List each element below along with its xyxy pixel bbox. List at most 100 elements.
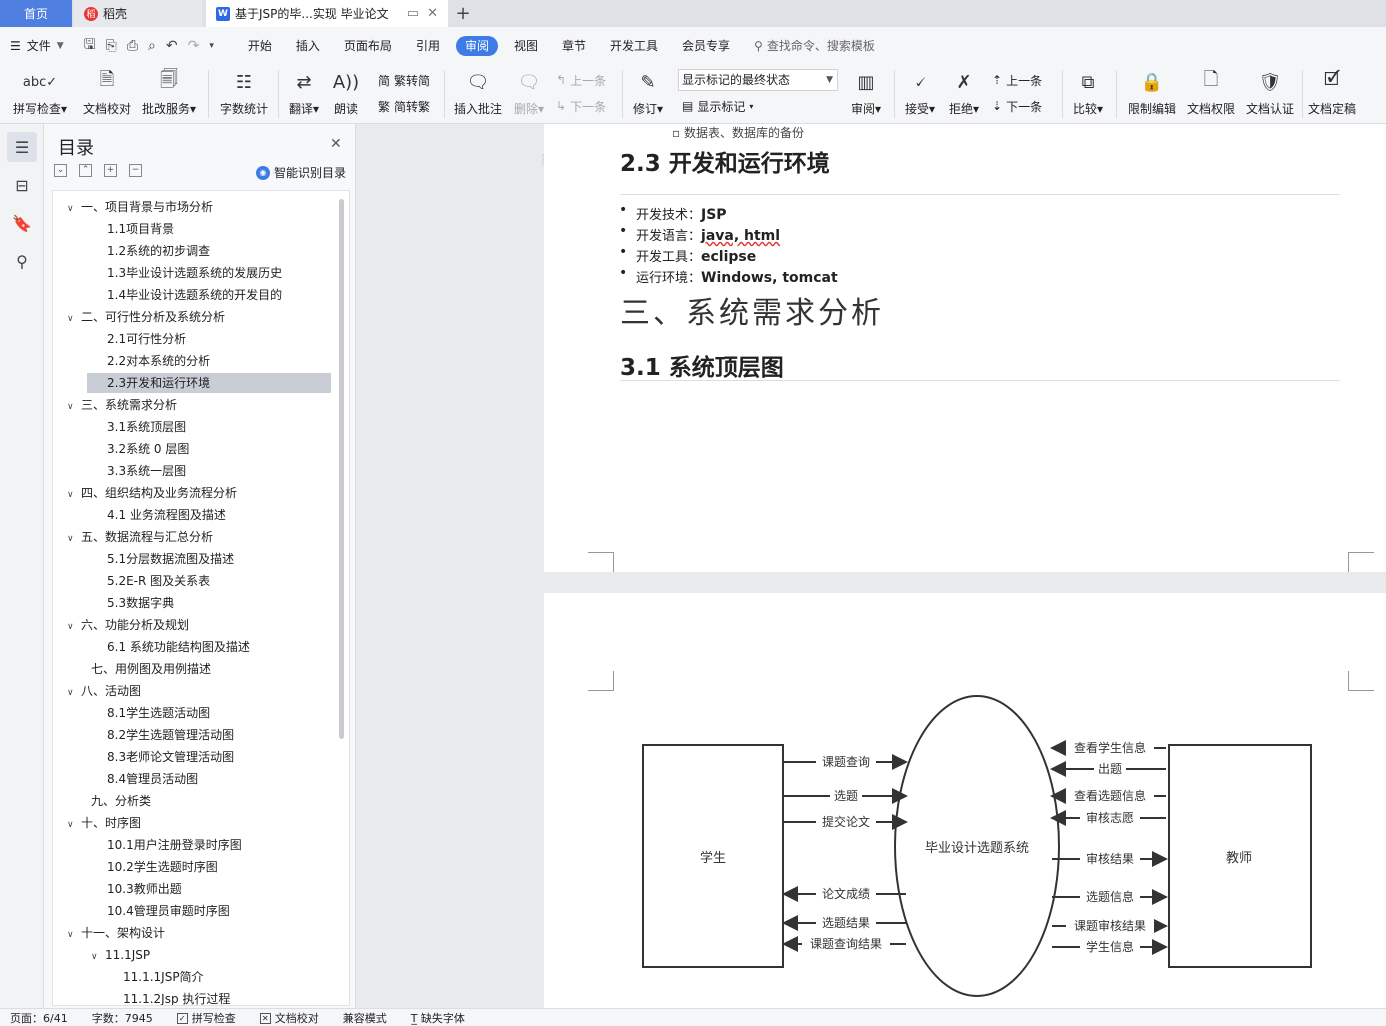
chapter-nav-icon[interactable]: ⊟ [7, 170, 37, 200]
smart-toc-button[interactable]: ◉ 智能识别目录 [256, 164, 346, 181]
chevron-down-icon[interactable]: ∨ [67, 683, 81, 703]
toc-panel-icon[interactable]: ☰ [7, 132, 37, 162]
tab-daoke[interactable]: 稻 稻壳 [74, 0, 202, 27]
export-pdf-icon[interactable]: ⎘ [106, 38, 117, 54]
toc-item[interactable]: 3.3系统一层图 [107, 461, 186, 481]
expand-up-icon[interactable]: ⌃ [79, 164, 92, 177]
quick-access-more-icon[interactable]: ▾ [209, 41, 214, 51]
tab-document[interactable]: W 基于JSP的毕...实现 毕业论文 ▭ ✕ [206, 0, 448, 27]
markup-state-select[interactable]: 显示标记的最终状态 ▼ [678, 69, 838, 91]
word-count-indicator[interactable]: 字数：7945 [92, 1010, 153, 1026]
next-change-button[interactable]: ⇣ 下一条 [992, 96, 1042, 116]
tab-pin-icon[interactable]: ▭ [407, 6, 419, 21]
toc-item[interactable]: ∨ 一、项目背景与市场分析 [67, 197, 213, 217]
menu-item-8[interactable]: 会员专享 [670, 36, 742, 56]
redo-icon[interactable]: ↷ [188, 38, 200, 54]
toc-item[interactable]: ∨ 十、时序图 [67, 813, 141, 833]
toc-item[interactable]: 8.3老师论文管理活动图 [107, 747, 234, 767]
toc-item[interactable]: 10.3教师出题 [107, 879, 182, 899]
print-preview-icon[interactable]: ⌕ [148, 38, 156, 54]
toc-item[interactable]: ∨ 八、活动图 [67, 681, 141, 701]
doc-final-button[interactable]: 🗹 文档定稿 [1304, 64, 1360, 124]
prev-change-button[interactable]: ⇡ 上一条 [992, 70, 1042, 90]
add-heading-icon[interactable]: + [104, 164, 117, 177]
toc-item[interactable]: 九、分析类 [91, 791, 151, 811]
new-tab-button[interactable]: + [448, 0, 478, 27]
toc-item[interactable]: 1.1项目背景 [107, 219, 174, 239]
menu-item-3[interactable]: 引用 [404, 36, 452, 56]
undo-icon[interactable]: ↶ [166, 38, 178, 54]
toc-item[interactable]: 8.2学生选题管理活动图 [107, 725, 234, 745]
toc-item[interactable]: 5.1分层数据流图及描述 [107, 549, 234, 569]
missing-font-button[interactable]: T̲ 缺失字体 [411, 1010, 465, 1026]
menu-item-7[interactable]: 开发工具 [598, 36, 670, 56]
command-search[interactable]: ⚲ 查找命令、搜索模板 [754, 37, 875, 54]
trad-to-simp-button[interactable]: 简繁转简 [378, 70, 430, 90]
collapse-all-icon[interactable]: ⌄ [54, 164, 67, 177]
toc-item[interactable]: 8.4管理员活动图 [107, 769, 198, 789]
toc-item[interactable]: 5.2E-R 图及关系表 [107, 571, 210, 591]
toc-item[interactable]: 10.1用户注册登录时序图 [107, 835, 242, 855]
doc-permission-button[interactable]: 🗋 文档权限 [1184, 64, 1238, 124]
revise-service-button[interactable]: 🗐 批改服务▾ [138, 64, 200, 124]
toc-item[interactable]: 1.2系统的初步调查 [107, 241, 210, 261]
proofread-toggle[interactable]: ✕ 文档校对 [259, 1010, 319, 1026]
toc-item[interactable]: 5.3数据字典 [107, 593, 174, 613]
toc-item[interactable]: 6.1 系统功能结构图及描述 [107, 637, 250, 657]
remove-heading-icon[interactable]: − [129, 164, 142, 177]
chevron-down-icon[interactable]: ∨ [67, 925, 81, 945]
insert-comment-button[interactable]: 🗨 插入批注 [450, 64, 506, 124]
accept-button[interactable]: 🗸 接受▾ [900, 64, 940, 124]
toc-item[interactable]: 8.1学生选题活动图 [107, 703, 210, 723]
toc-item[interactable]: 2.2对本系统的分析 [107, 351, 210, 371]
toc-item[interactable]: 10.2学生选题时序图 [107, 857, 218, 877]
find-icon[interactable]: ⚲ [7, 246, 37, 276]
next-comment-button[interactable]: ↳ 下一条 [556, 96, 606, 116]
toc-item[interactable]: ∨ 四、组织结构及业务流程分析 [67, 483, 237, 503]
toc-item[interactable]: 1.3毕业设计选题系统的发展历史 [107, 263, 282, 283]
file-menu-button[interactable]: ☰ 文件 ▼ [10, 37, 64, 54]
spell-check-toggle[interactable]: ✓ 拼写检查 [176, 1010, 236, 1026]
toc-item[interactable]: 七、用例图及用例描述 [91, 659, 211, 679]
toc-item[interactable]: 2.3开发和运行环境 [87, 373, 331, 393]
translate-button[interactable]: ⇄ 翻译▾ [284, 64, 324, 124]
toc-item[interactable]: 1.4毕业设计选题系统的开发目的 [107, 285, 282, 305]
tab-close-icon[interactable]: ✕ [427, 6, 438, 21]
toc-item[interactable]: 10.4管理员审题时序图 [107, 901, 230, 921]
track-changes-button[interactable]: ✎ 修订▾ [628, 64, 668, 124]
menu-item-1[interactable]: 插入 [284, 36, 332, 56]
close-icon[interactable]: ✕ [330, 136, 342, 152]
prev-comment-button[interactable]: ↰ 上一条 [556, 70, 606, 90]
page-indicator[interactable]: 页面：6/41 [10, 1010, 68, 1026]
toc-scrollbar[interactable] [339, 199, 344, 739]
chevron-down-icon[interactable]: ∨ [67, 397, 81, 417]
simp-to-trad-button[interactable]: 繁简转繁 [378, 96, 430, 116]
show-markup-button[interactable]: ▤ 显示标记 ▾ [682, 96, 753, 116]
chevron-down-icon[interactable]: ∨ [67, 617, 81, 637]
toc-item[interactable]: ∨ 二、可行性分析及系统分析 [67, 307, 225, 327]
delete-comment-button[interactable]: 🗨 删除▾ [510, 64, 548, 124]
menu-item-2[interactable]: 页面布局 [332, 36, 404, 56]
toc-item[interactable]: 4.1 业务流程图及描述 [107, 505, 226, 525]
read-aloud-button[interactable]: A)) 朗读 [328, 64, 364, 124]
toc-item[interactable]: 3.2系统 0 层图 [107, 439, 189, 459]
toc-item[interactable]: ∨ 11.1JSP [91, 945, 150, 965]
menu-item-4[interactable]: 审阅 [455, 35, 498, 56]
toc-item[interactable]: 3.1系统顶层图 [107, 417, 186, 437]
chevron-down-icon[interactable]: ∨ [67, 529, 81, 549]
toc-item[interactable]: ∨ 六、功能分析及规划 [67, 615, 189, 635]
reject-button[interactable]: ✗ 拒绝▾ [944, 64, 984, 124]
menu-item-5[interactable]: 视图 [502, 36, 550, 56]
word-count-button[interactable]: ☷ 字数统计 [216, 64, 272, 124]
bookmark-icon[interactable]: 🔖 [7, 208, 37, 238]
restrict-edit-button[interactable]: 🔒 限制编辑 [1124, 64, 1180, 124]
toc-item[interactable]: ∨ 十一、架构设计 [67, 923, 165, 943]
save-icon[interactable]: 🖫 [84, 34, 96, 58]
chevron-down-icon[interactable]: ∨ [91, 947, 105, 967]
toc-item[interactable]: ∨ 三、系统需求分析 [67, 395, 177, 415]
doc-check-button[interactable]: 🗎 文档校对 [78, 64, 136, 124]
menu-item-0[interactable]: 开始 [236, 36, 284, 56]
toc-item[interactable]: 11.1.2Jsp 执行过程 [123, 989, 230, 1005]
chevron-down-icon[interactable]: ∨ [67, 199, 81, 219]
chevron-down-icon[interactable]: ∨ [67, 815, 81, 835]
